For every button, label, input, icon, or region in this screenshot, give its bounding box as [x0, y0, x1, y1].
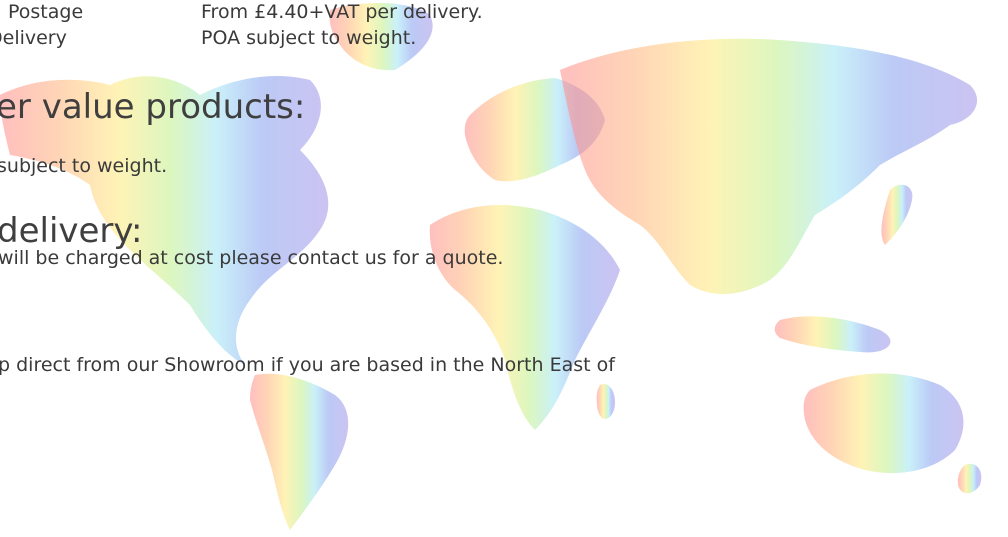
- section-body-delivery: will be charged at cost please contact u…: [0, 247, 504, 269]
- collection-prefix: p direct from our: [0, 354, 165, 376]
- section-heading-delivery: delivery:: [0, 211, 143, 251]
- collection-text: p direct from our Showroom if you are ba…: [0, 354, 615, 376]
- shipping-row-postage-detail: From £4.40+VAT per delivery.: [201, 1, 483, 23]
- shipping-info-content: Postage From £4.40+VAT per delivery. Del…: [0, 0, 1008, 537]
- shipping-row-postage-method: Postage: [8, 1, 84, 23]
- shipping-row-delivery-method: Delivery: [0, 27, 67, 49]
- collection-suffix: if you are based in the North East of: [264, 354, 615, 376]
- section-heading-higher-value: er value products:: [0, 87, 306, 127]
- showroom-link[interactable]: Showroom: [164, 354, 264, 376]
- shipping-row-delivery-detail: POA subject to weight.: [201, 27, 417, 49]
- section-body-higher-value: subject to weight.: [0, 155, 168, 177]
